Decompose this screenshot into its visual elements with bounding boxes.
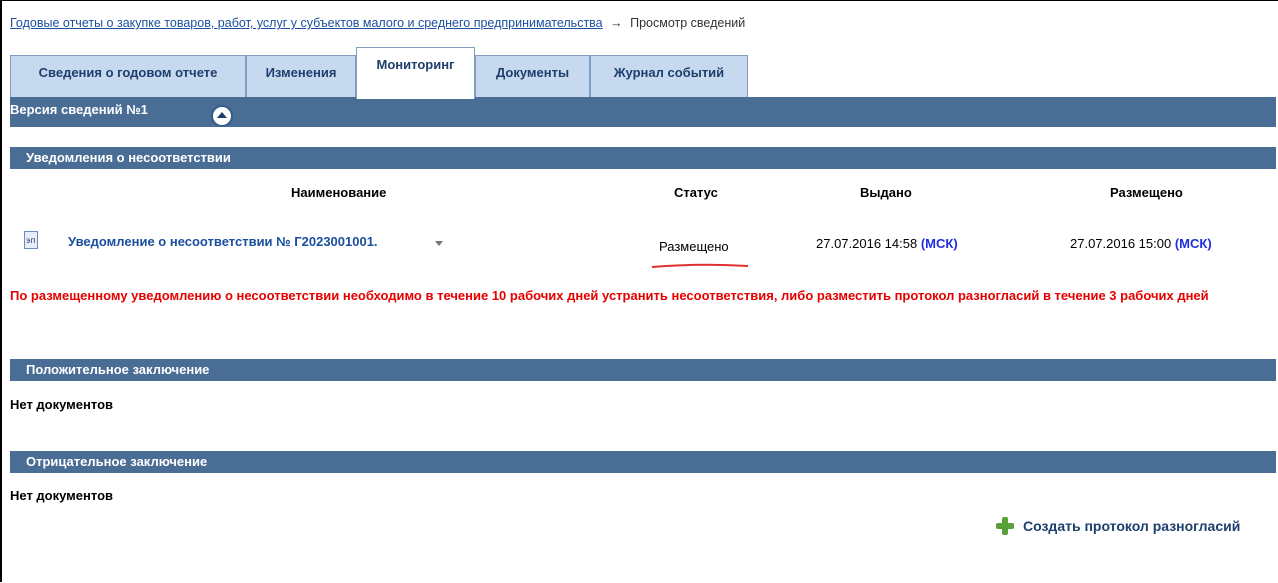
- notice-posted-date: 27.07.2016 15:00 (МСК): [1070, 236, 1212, 251]
- version-bar: Версия сведений №1: [10, 97, 1276, 127]
- collapse-up-icon[interactable]: [211, 105, 233, 127]
- plus-icon: [995, 516, 1015, 536]
- breadcrumb: Годовые отчеты о закупке товаров, работ,…: [10, 16, 745, 30]
- column-header-issued: Выдано: [860, 185, 912, 200]
- section-title: Отрицательное заключение: [26, 454, 208, 469]
- posted-timezone: (МСК): [1174, 236, 1212, 251]
- tab-bar: Сведения о годовом отчете Изменения Мони…: [10, 45, 1276, 99]
- deadline-warning-text: По размещенному уведомлению о несоответс…: [10, 288, 1209, 303]
- tab-documents[interactable]: Документы: [475, 55, 590, 98]
- tab-label: Мониторинг: [376, 57, 455, 72]
- tab-label: Документы: [495, 65, 570, 80]
- negative-empty-text: Нет документов: [10, 488, 114, 503]
- version-label: Версия сведений №1: [10, 102, 148, 117]
- negative-section-header: Отрицательное заключение: [10, 451, 1276, 473]
- section-title: Положительное заключение: [26, 362, 210, 377]
- notice-document-link[interactable]: Уведомление о несоответствии № Г20230010…: [68, 234, 378, 249]
- notice-issued-date: 27.07.2016 14:58 (МСК): [816, 236, 958, 251]
- tab-monitoring[interactable]: Мониторинг: [356, 47, 475, 99]
- create-protocol-label: Создать протокол разногласий: [1023, 518, 1241, 534]
- section-title: Уведомления о несоответствии: [26, 150, 231, 165]
- positive-empty-text: Нет документов: [10, 397, 114, 412]
- notices-section-header: Уведомления о несоответствии: [10, 147, 1276, 169]
- tab-event-log[interactable]: Журнал событий: [590, 55, 748, 98]
- positive-section-header: Положительное заключение: [10, 359, 1276, 381]
- tab-label: Сведения о годовом отчете: [38, 65, 218, 80]
- issued-timezone: (МСК): [920, 236, 958, 251]
- breadcrumb-current: Просмотр сведений: [630, 16, 746, 30]
- tab-changes[interactable]: Изменения: [246, 55, 356, 98]
- chevron-down-icon[interactable]: [435, 241, 443, 246]
- breadcrumb-link-reports[interactable]: Годовые отчеты о закупке товаров, работ,…: [10, 16, 603, 30]
- column-header-posted: Размещено: [1110, 185, 1183, 200]
- breadcrumb-arrow: →: [610, 16, 623, 30]
- posted-date-value: 27.07.2016 15:00: [1070, 236, 1172, 251]
- column-header-status: Статус: [674, 185, 718, 200]
- issued-date-value: 27.07.2016 14:58: [816, 236, 918, 251]
- tab-report-info[interactable]: Сведения о годовом отчете: [10, 55, 246, 98]
- tab-label: Изменения: [265, 65, 337, 80]
- tab-label: Журнал событий: [613, 65, 725, 80]
- notice-status: Размещено: [659, 239, 729, 254]
- column-header-name: Наименование: [291, 185, 387, 200]
- status-underline-mark: [651, 263, 749, 268]
- create-protocol-button[interactable]: Создать протокол разногласий: [995, 516, 1240, 536]
- signed-document-icon[interactable]: [24, 231, 38, 249]
